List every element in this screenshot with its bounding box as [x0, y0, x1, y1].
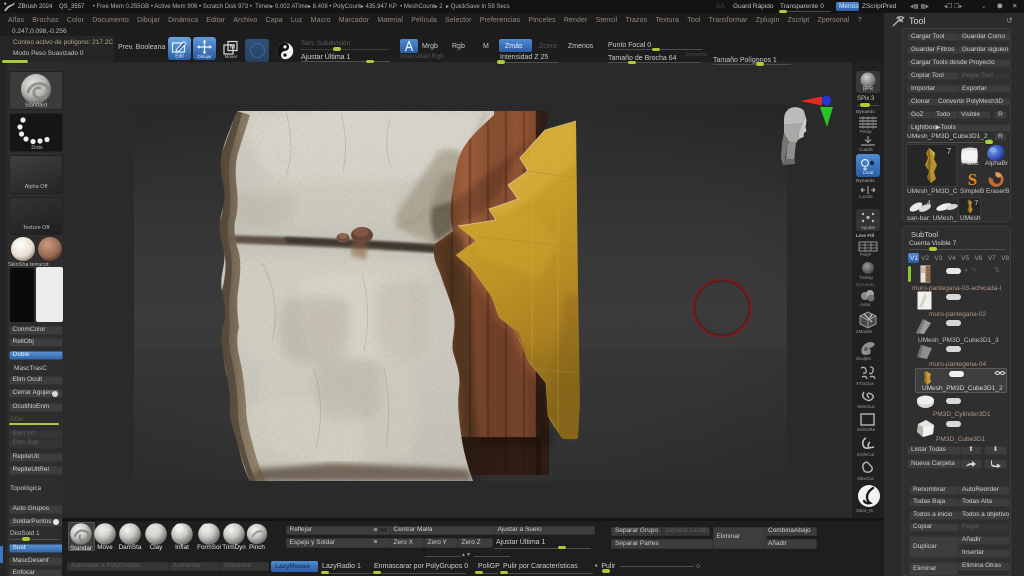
svg-text:Mover: Mover — [225, 54, 238, 59]
svg-text:Move: Move — [97, 544, 113, 551]
svg-text:Dots: Dots — [31, 145, 43, 151]
svg-text:Standar: Standar — [70, 545, 92, 552]
svg-text:4: 4 — [927, 200, 931, 207]
svg-text:Clay: Clay — [150, 544, 163, 551]
svg-text:TrimDyn: TrimDyn — [222, 544, 246, 551]
svg-text:M: M — [230, 45, 235, 51]
svg-text:FormSol: FormSol — [197, 544, 221, 551]
svg-text:7: 7 — [947, 147, 952, 156]
svg-text:Ayudar: Ayudar — [861, 225, 876, 230]
svg-text:Dibujar: Dibujar — [197, 54, 212, 59]
svg-text:Standard: Standard — [25, 103, 47, 109]
svg-text:7: 7 — [975, 200, 979, 207]
svg-text:BPR: BPR — [863, 87, 874, 93]
svg-text:Inflat: Inflat — [175, 544, 189, 551]
svg-text:DamSta: DamSta — [119, 544, 142, 551]
svg-text:Local: Local — [863, 170, 874, 175]
svg-text:Edit: Edit — [175, 54, 184, 60]
svg-text:S: S — [968, 170, 977, 189]
svg-text:Pinch: Pinch — [249, 544, 265, 551]
